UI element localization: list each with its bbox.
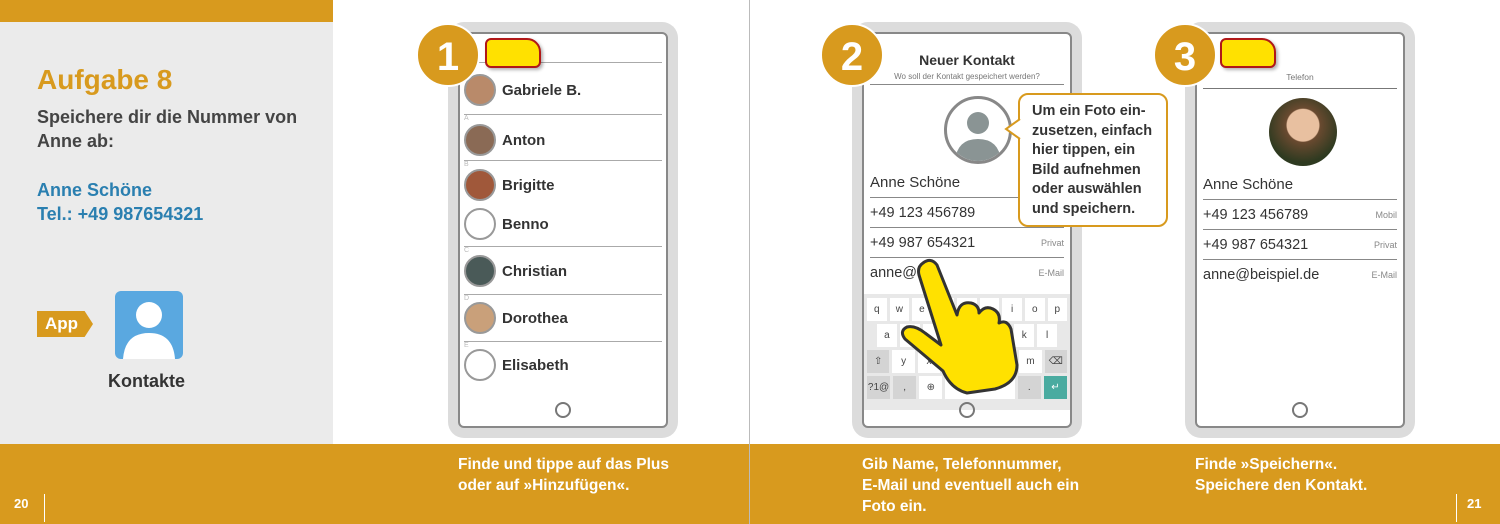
avatar [464, 124, 496, 156]
name-value: Anne Schöne [870, 174, 961, 191]
enter-key[interactable]: ↵ [1043, 376, 1067, 399]
tooltip-line: hier tippen, ein [1032, 142, 1136, 158]
page-number-left: 20 [14, 496, 29, 511]
contact-name: Anne Schöne [37, 180, 153, 200]
shift-key[interactable]: ⇧ [867, 350, 890, 373]
key[interactable]: q [867, 298, 887, 321]
name-value: Anne Schöne [1203, 176, 1294, 193]
phone-screen: Telefon Anne Schöne +49 123 456789 Mobil … [1195, 32, 1405, 428]
task-intro-line-2: Anne ab: [37, 131, 115, 151]
step-number-2: 2 [820, 23, 884, 87]
add-photo-button[interactable] [944, 96, 1012, 164]
page-number-right: 21 [1467, 496, 1482, 511]
account-header: Telefon [1286, 72, 1314, 82]
contact-row[interactable]: Anton [464, 118, 662, 162]
private-value: +49 987 654321 [870, 234, 976, 251]
email-label: E-Mail [1371, 270, 1397, 280]
key[interactable]: a [877, 324, 897, 347]
task-title: Aufgabe 8 [37, 64, 173, 95]
caption-line: Finde »Speichern«. [1195, 456, 1338, 473]
contact-row[interactable]: Brigitte [464, 163, 662, 207]
contact-name: Christian [502, 262, 568, 280]
contact-name: Benno [502, 215, 549, 233]
caption-line: Foto ein. [862, 498, 927, 515]
caption-line: oder auf »Hinzufügen«. [458, 477, 630, 494]
contact-name: Brigitte [502, 176, 555, 194]
add-contact-plus-button[interactable] [485, 38, 541, 68]
save-button[interactable] [1220, 38, 1276, 68]
tooltip-line: und speichern. [1032, 200, 1136, 217]
screen-title: Neuer Kontakt [919, 52, 1015, 68]
contact-name: Dorothea [502, 309, 568, 327]
caption-step-1: Finde und tippe auf das Plus oder auf »H… [458, 454, 669, 496]
avatar [464, 302, 496, 334]
phone-contact-list: Gabriele B. A Anton B Brigitte Benno C C… [448, 22, 678, 438]
key[interactable]: l [1037, 324, 1057, 347]
tooltip-line: Um ein Foto ein- [1032, 103, 1146, 119]
app-name: Kontakte [108, 371, 186, 391]
private-phone-field[interactable]: +49 987 654321 Privat [870, 228, 1064, 258]
contact-name: Anton [502, 131, 546, 149]
contact-name: Elisabeth [502, 356, 569, 374]
caption-line: Gib Name, Telefonnummer, [862, 456, 1062, 473]
home-button[interactable] [1292, 402, 1308, 418]
pointing-hand-icon [900, 258, 1019, 395]
caption-step-3: Finde »Speichern«. Speichere den Kontakt… [1195, 454, 1367, 496]
divider [870, 84, 1064, 85]
tooltip-line: zusetzen, einfach [1032, 122, 1153, 139]
avatar [464, 255, 496, 287]
contact-row[interactable]: Elisabeth [464, 343, 662, 387]
email-label: E-Mail [1038, 268, 1064, 278]
storage-location-prompt[interactable]: Wo soll der Kontakt gespeichert werden? [864, 72, 1070, 81]
key[interactable]: p [1047, 298, 1068, 321]
phone-saved-contact: Telefon Anne Schöne +49 123 456789 Mobil … [1185, 22, 1415, 438]
contact-row[interactable]: Christian [464, 249, 662, 293]
home-button[interactable] [555, 402, 571, 418]
contact-name: Gabriele B. [502, 81, 582, 99]
private-phone-field[interactable]: +49 987 654321 Privat [1203, 230, 1397, 260]
email-field[interactable]: anne@beispiel.de E-Mail [1203, 260, 1397, 290]
photo-tooltip: Um ein Foto ein- zusetzen, einfach hier … [1018, 93, 1168, 227]
mobile-label: Mobil [1375, 209, 1397, 220]
caption-line: E-Mail und eventuell auch ein [862, 477, 1080, 494]
contact-phone: Tel.: +49 987654321 [37, 204, 204, 224]
caption-line: Finde und tippe auf das Plus [458, 456, 669, 473]
step-number-3: 3 [1153, 23, 1217, 87]
mobile-phone-field[interactable]: +49 123 456789 Mobil [1203, 200, 1397, 230]
default-avatar-icon [464, 208, 496, 240]
symbols-key[interactable]: ?1@ [867, 376, 891, 399]
default-avatar-icon [464, 349, 496, 381]
mobile-value: +49 123 456789 [1203, 206, 1309, 223]
tooltip-line: Bild aufnehmen [1032, 161, 1141, 178]
private-label: Privat [1373, 239, 1397, 250]
footer-rule [1456, 494, 1457, 522]
private-label: Privat [1040, 237, 1064, 248]
caption-line: Speichere den Kontakt. [1195, 477, 1368, 494]
phone-screen: Gabriele B. A Anton B Brigitte Benno C C… [458, 32, 668, 428]
footer-rule [44, 494, 45, 522]
home-button[interactable] [959, 402, 975, 418]
task-intro-line-1: Speichere dir die Nummer von [37, 107, 298, 127]
step-number-1: 1 [416, 23, 480, 87]
email-value: anne@beispiel.de [1203, 267, 1320, 283]
divider [1203, 88, 1397, 89]
accent-stripe [0, 0, 333, 22]
contact-row[interactable]: Benno [464, 202, 662, 246]
name-field[interactable]: Anne Schöne [1203, 170, 1397, 200]
mobile-value: +49 123 456789 [870, 204, 976, 221]
tooltip-line: oder auswählen [1032, 181, 1142, 197]
page-divider [749, 0, 750, 524]
contacts-person-icon [115, 291, 183, 359]
caption-step-2: Gib Name, Telefonnummer, E-Mail und even… [862, 454, 1079, 517]
app-badge: App [37, 311, 93, 337]
avatar [464, 169, 496, 201]
contact-row[interactable]: Dorothea [464, 296, 662, 340]
private-value: +49 987 654321 [1203, 236, 1309, 253]
backspace-key[interactable]: ⌫ [1044, 350, 1067, 373]
tooltip-pointer [1004, 118, 1021, 140]
contact-photo[interactable] [1269, 98, 1337, 166]
contact-row[interactable]: Gabriele B. [464, 68, 662, 112]
